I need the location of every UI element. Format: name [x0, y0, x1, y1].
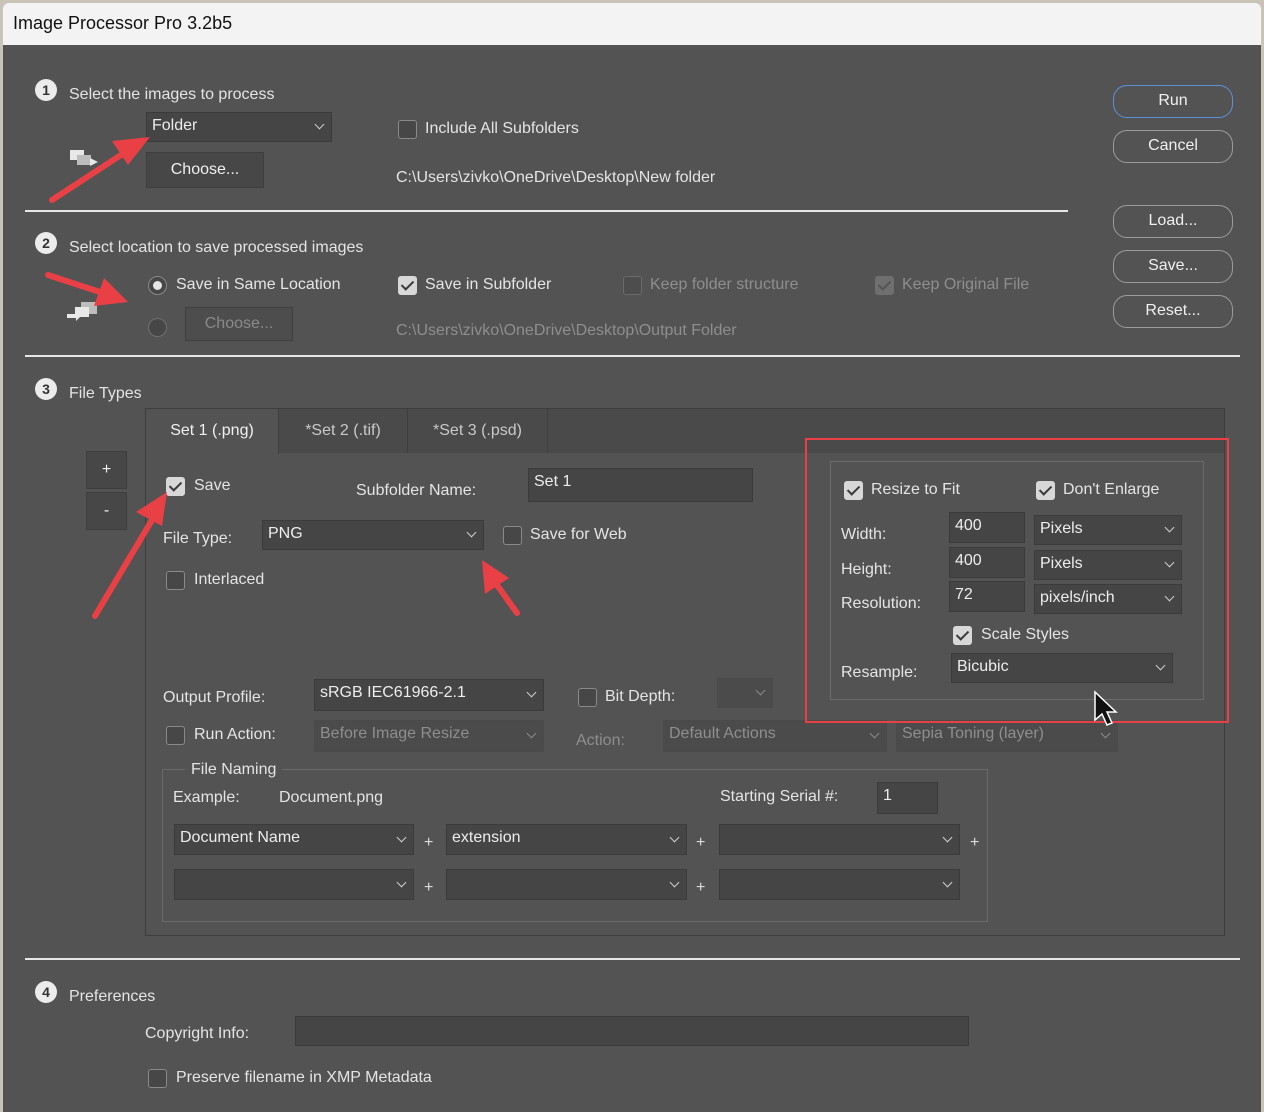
arrow-to-save-checkbox — [92, 492, 167, 619]
arrow-to-same-location — [45, 272, 128, 306]
annotation-arrows — [45, 137, 520, 619]
mouse-cursor-icon — [1093, 690, 1119, 728]
arrow-to-source-select — [49, 137, 150, 203]
arrow-to-file-type — [482, 560, 520, 616]
